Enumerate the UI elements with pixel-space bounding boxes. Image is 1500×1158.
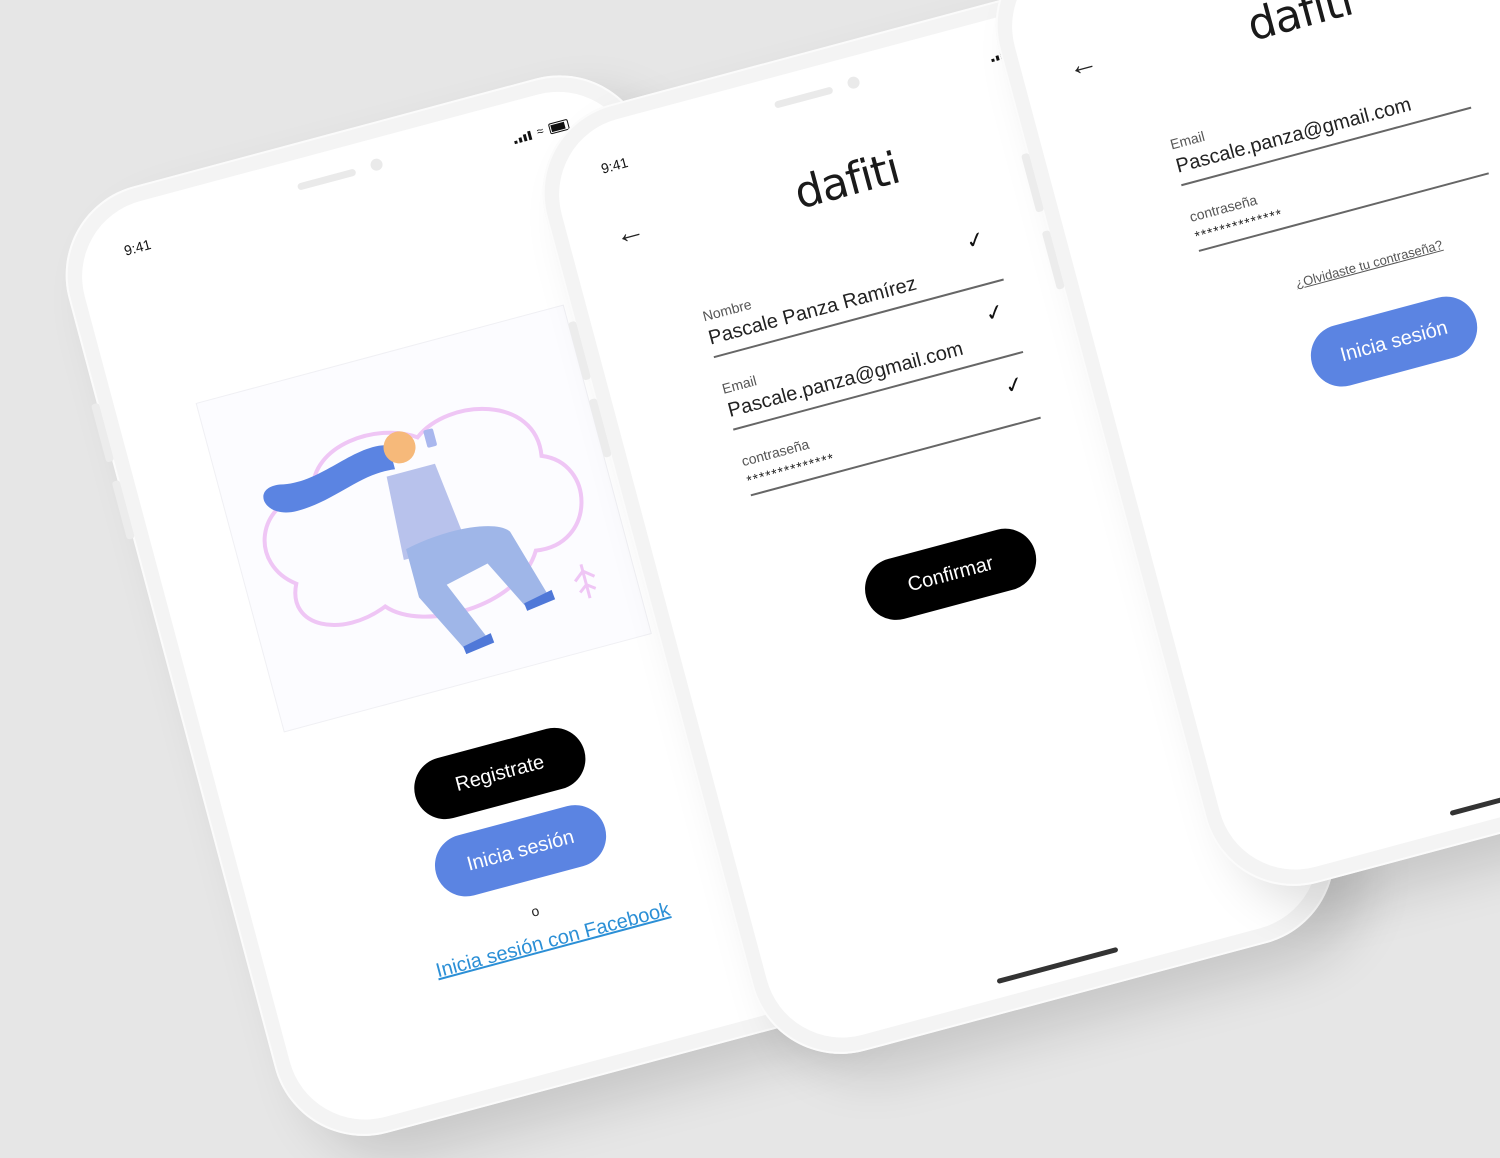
forgot-password-link[interactable]: ¿Olvidaste tu contraseña?: [1294, 237, 1444, 291]
confirm-button[interactable]: Confirmar: [858, 521, 1044, 627]
home-indicator: [1449, 778, 1500, 817]
or-separator: o: [529, 902, 541, 920]
login-button[interactable]: Inicia sesión: [1303, 289, 1485, 394]
wifi-icon: ≈: [535, 123, 546, 139]
side-button: [111, 479, 135, 540]
home-indicator: [996, 946, 1119, 985]
side-button: [90, 402, 115, 463]
status-time: 9:41: [122, 236, 153, 259]
front-camera: [846, 75, 861, 90]
facebook-login-link[interactable]: Inicia sesión con Facebook: [434, 899, 673, 984]
status-time: 9:41: [599, 154, 630, 177]
speaker: [773, 86, 834, 109]
signal-icon: [513, 130, 533, 145]
speaker: [296, 168, 357, 191]
front-camera: [369, 157, 384, 172]
